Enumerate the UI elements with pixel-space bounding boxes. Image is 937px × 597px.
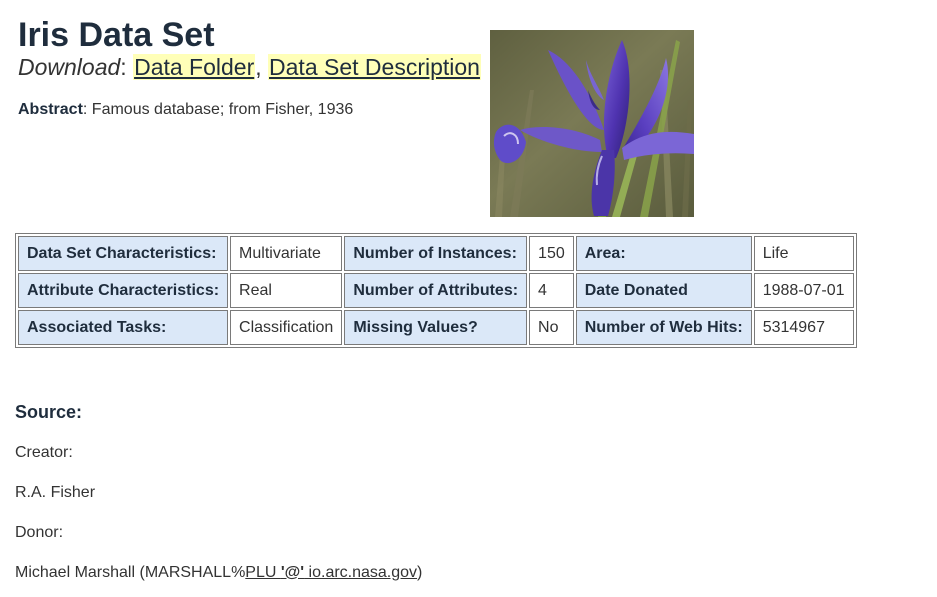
download-colon: :	[120, 54, 134, 80]
donor-link-at: '@'	[280, 564, 305, 581]
donor-link-prefix: PLU	[245, 564, 281, 581]
abstract-label: Abstract	[18, 101, 83, 118]
creator-name: R.A. Fisher	[15, 484, 96, 501]
number-of-attributes-value: 4	[529, 273, 574, 308]
data-folder-link[interactable]: Data Folder	[133, 54, 256, 80]
iris-flower-photo-icon	[490, 30, 694, 217]
abstract-text: : Famous database; from Fisher, 1936	[82, 101, 354, 118]
download-label: Download	[18, 54, 121, 80]
donor-link-domain: io.arc.nasa.gov	[304, 564, 418, 581]
number-of-instances-label: Number of Instances:	[344, 236, 528, 271]
page-title: Iris Data Set	[18, 16, 215, 54]
donor-line: Michael Marshall (MARSHALL%PLU '@' io.ar…	[15, 564, 422, 582]
associated-tasks-value: Classification	[230, 310, 343, 345]
donor-suffix: )	[417, 564, 423, 581]
download-links: Download: Data Folder, Data Set Descript…	[18, 53, 481, 81]
missing-values-value: No	[529, 310, 574, 345]
number-of-attributes-label: Number of Attributes:	[344, 273, 528, 308]
missing-values-label: Missing Values?	[344, 310, 528, 345]
donor-email-link[interactable]: PLU '@' io.arc.nasa.gov	[245, 564, 417, 581]
abstract: Abstract: Famous database; from Fisher, …	[18, 101, 353, 119]
link-separator: ,	[255, 54, 269, 80]
attribute-characteristics-value: Real	[230, 273, 343, 308]
data-set-description-link[interactable]: Data Set Description	[268, 54, 481, 80]
date-donated-value: 1988-07-01	[753, 273, 854, 308]
iris-flower-image	[490, 30, 694, 217]
date-donated-label: Date Donated	[575, 273, 752, 308]
data-set-characteristics-value: Multivariate	[230, 236, 343, 271]
source-heading: Source:	[15, 402, 83, 422]
area-value: Life	[753, 236, 854, 271]
data-set-details-table: Data Set Characteristics: Multivariate N…	[15, 233, 857, 348]
table-row: Attribute Characteristics: Real Number o…	[18, 273, 854, 308]
number-of-web-hits-label: Number of Web Hits:	[575, 310, 752, 345]
donor-name: Michael Marshall (MARSHALL%	[15, 564, 246, 581]
table-row: Associated Tasks: Classification Missing…	[18, 310, 854, 345]
data-set-characteristics-label: Data Set Characteristics:	[18, 236, 229, 271]
number-of-instances-value: 150	[529, 236, 574, 271]
donor-label: Donor:	[15, 524, 64, 541]
area-label: Area:	[575, 236, 752, 271]
creator-label: Creator:	[15, 444, 73, 461]
table-row: Data Set Characteristics: Multivariate N…	[18, 236, 854, 271]
associated-tasks-label: Associated Tasks:	[18, 310, 229, 345]
number-of-web-hits-value: 5314967	[753, 310, 854, 345]
attribute-characteristics-label: Attribute Characteristics:	[18, 273, 229, 308]
